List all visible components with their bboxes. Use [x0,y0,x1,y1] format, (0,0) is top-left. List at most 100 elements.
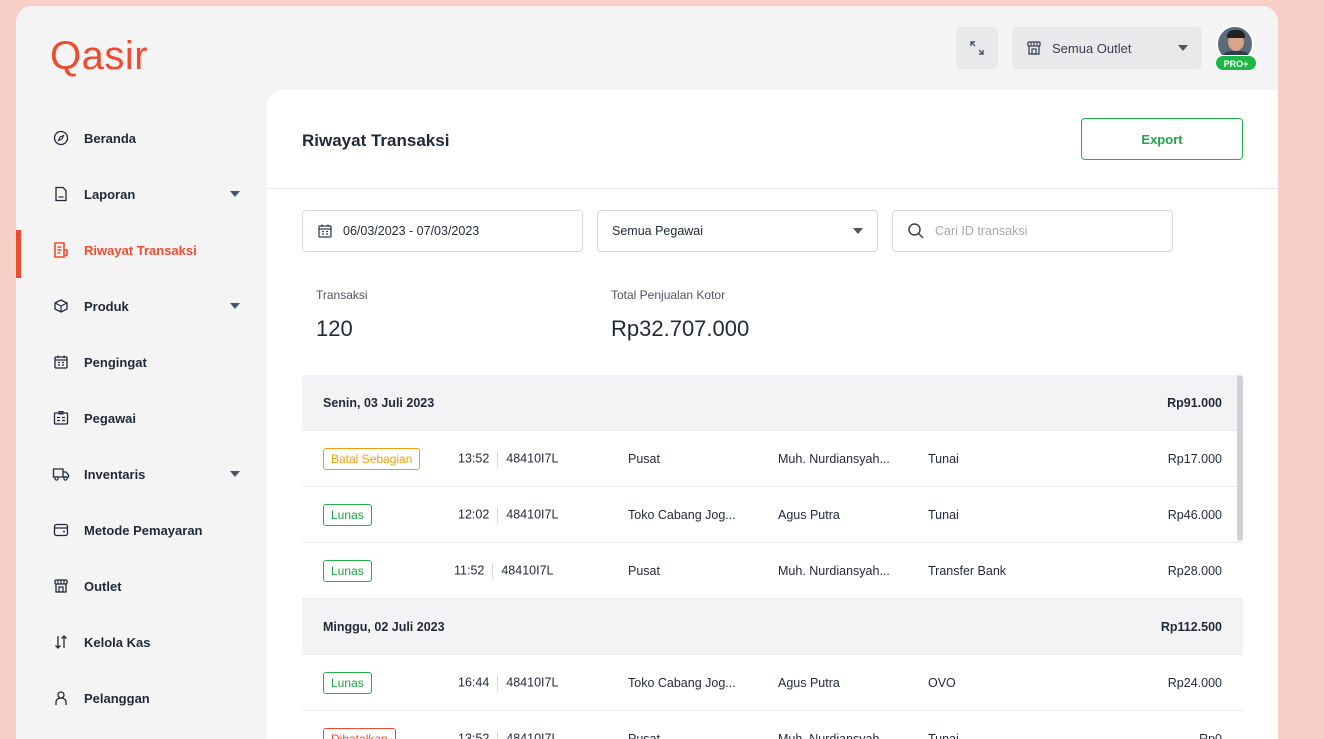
sidebar-item-label: Produk [84,298,129,314]
payment-cell: Tunai [928,731,959,739]
sidebar-item-label: Pelanggan [84,690,150,706]
person-icon [52,689,70,707]
group-date: Senin, 03 Juli 2023 [323,395,435,410]
main-header: Riwayat Transaksi Export [267,90,1278,189]
sidebar: Beranda Laporan Riwayat Transaksi Produk Pen… [16,110,266,726]
transaction-time: 11:52 [454,562,485,577]
divider [497,506,499,523]
employee-cell: Muh. Nurdiansyah... [778,451,890,466]
divider [492,562,494,579]
store-icon [1027,41,1041,55]
search-icon [908,223,924,239]
employee-select[interactable]: Semua Pegawai [597,210,878,252]
chevron-down-icon[interactable] [230,471,240,477]
calendar-icon [52,353,70,371]
export-button[interactable]: Export [1081,118,1243,160]
outlet-cell: Pusat [628,563,660,578]
expand-button[interactable] [956,27,998,69]
pro-badge: PRO+ [1215,55,1257,71]
table-row[interactable]: Lunas 16:44 48410I7L Toko Cabang Jog... Agus… [302,655,1243,711]
outlet-cell: Toko Cabang Jog... [628,507,736,522]
gross-sales-label: Total Penjualan Kotor [611,288,726,302]
divider [497,730,499,739]
table-row[interactable]: Lunas 12:02 48410I7L Toko Cabang Jog... Agus… [302,487,1243,543]
page-title: Riwayat Transaksi [302,131,450,150]
outlet-select[interactable]: Semua Outlet [1012,27,1202,69]
sidebar-item-label: Inventaris [84,466,146,482]
transaction-time: 13:52 [458,730,490,739]
transaction-table[interactable]: Senin, 03 Juli 2023 Rp91.000 Batal Sebagia… [302,375,1243,739]
date-range-value: 06/03/2023 - 07/03/2023 [343,224,480,238]
transactions-value: 120 [316,316,353,341]
payment-cell: Tunai [928,507,959,522]
sidebar-item-pegawai[interactable]: Pegawai [16,390,266,446]
table-row[interactable]: Batal Sebagian 13:52 48410I7L Pusat Muh. Nur… [302,431,1243,487]
transaction-time: 12:02 [458,506,490,521]
sidebar-item-outlet[interactable]: Outlet [16,558,266,614]
chevron-down-icon [1178,45,1188,51]
group-date: Minggu, 02 Juli 2023 [323,619,445,634]
sidebar-item-produk[interactable]: Produk [16,278,266,334]
time-id-cell: 13:52 48410I7L [458,450,559,467]
employee-select-value: Semua Pegawai [612,224,704,238]
main-panel: Riwayat Transaksi Export 06/03/2023 - 07… [267,90,1278,739]
search-input[interactable] [935,224,1155,238]
employee-cell: Muh. Nurdiansyah... [778,563,890,578]
date-range-picker[interactable]: 06/03/2023 - 07/03/2023 [302,210,583,252]
sidebar-item-laporan[interactable]: Laporan [16,166,266,222]
wallet-icon [52,521,70,539]
amount-cell: Rp17.000 [1167,451,1222,466]
amount-cell: Rp0 [1199,731,1222,739]
id-card-icon [52,409,70,427]
scrollbar[interactable] [1237,375,1243,541]
receipt-icon [52,241,70,259]
sidebar-item-pelanggan[interactable]: Pelanggan [16,670,266,726]
gross-sales-stat: Total Penjualan Kotor Rp32.707.000 [611,288,749,342]
date-group-header: Senin, 03 Juli 2023 Rp91.000 [302,375,1243,431]
time-id-cell: 11:52 48410I7L [454,562,554,579]
divider [497,450,499,467]
sidebar-item-label: Kelola Kas [84,634,151,650]
employee-cell: Agus Putra [778,507,840,522]
compass-icon [52,129,70,147]
amount-cell: Rp24.000 [1167,675,1222,690]
sidebar-item-label: Pegawai [84,410,137,426]
transaction-id: 48410I7L [506,450,559,465]
transaction-id: 48410I7L [506,674,559,689]
sidebar-item-inventaris[interactable]: Inventaris [16,446,266,502]
outlet-cell: Pusat [628,451,660,466]
payment-cell: Transfer Bank [928,563,1007,578]
app-window: Qasir Semua Outlet PRO+ Beranda Laporan Ri… [16,6,1278,739]
transactions-stat: Transaksi 120 [316,288,368,342]
employee-cell: Muh. Nurdiansyah... [778,731,890,739]
date-group-header: Minggu, 02 Juli 2023 Rp112.500 [302,599,1243,655]
time-id-cell: 16:44 48410I7L [458,674,559,691]
amount-cell: Rp28.000 [1167,563,1222,578]
payment-cell: OVO [928,675,956,690]
chevron-down-icon[interactable] [230,303,240,309]
outlet-select-label: Semua Outlet [1052,40,1132,56]
qasir-logo[interactable]: Qasir [50,34,148,79]
sidebar-item-metode-pemayaran[interactable]: Metode Pemayaran [16,502,266,558]
sidebar-item-pengingat[interactable]: Pengingat [16,334,266,390]
status-badge: Lunas [323,503,372,526]
table-row[interactable]: Dibatalkan 13:52 48410I7L Pusat Muh. Nurdian… [302,711,1243,739]
store-icon [52,577,70,595]
transaction-time: 13:52 [458,450,490,465]
truck-icon [52,465,70,483]
calendar-icon [318,224,332,238]
group-total: Rp91.000 [1167,395,1222,410]
group-total: Rp112.500 [1160,619,1222,634]
chevron-down-icon[interactable] [230,191,240,197]
document-icon [52,185,70,203]
transactions-label: Transaksi [316,288,368,302]
search-field[interactable] [892,210,1173,252]
chevron-down-icon [853,228,863,234]
transaction-id: 48410I7L [506,506,559,521]
table-row[interactable]: Lunas 11:52 48410I7L Pusat Muh. Nurdiansyah.… [302,543,1243,599]
status-badge: Lunas [323,671,372,694]
sidebar-item-riwayat-transaksi[interactable]: Riwayat Transaksi [16,222,266,278]
sidebar-item-beranda[interactable]: Beranda [16,110,266,166]
sidebar-item-kelola-kas[interactable]: Kelola Kas [16,614,266,670]
time-id-cell: 13:52 48410I7L [458,730,558,739]
